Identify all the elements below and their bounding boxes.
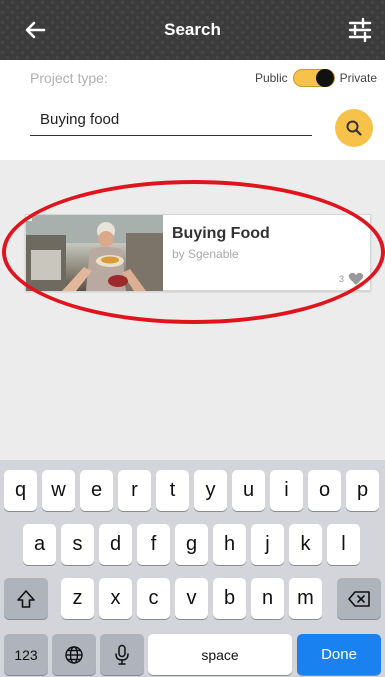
search-icon bbox=[346, 120, 362, 136]
arrow-left-icon bbox=[25, 21, 46, 39]
filter-button[interactable] bbox=[345, 15, 375, 45]
shift-icon bbox=[17, 589, 35, 608]
project-result-card[interactable]: Buying Food by Sgenable 3 bbox=[25, 214, 371, 291]
key-n[interactable]: n bbox=[251, 578, 284, 619]
shift-key[interactable] bbox=[4, 578, 48, 619]
microphone-icon bbox=[115, 644, 129, 665]
key-b[interactable]: b bbox=[213, 578, 246, 619]
key-s[interactable]: s bbox=[61, 524, 94, 565]
key-e[interactable]: e bbox=[80, 470, 113, 511]
key-i[interactable]: i bbox=[270, 470, 303, 511]
key-f[interactable]: f bbox=[137, 524, 170, 565]
search-panel: Project type: Public Private Buying food bbox=[0, 60, 385, 160]
keyboard: q w e r t y u i o p a s d f g h j k l z … bbox=[0, 460, 385, 677]
likes-count: 3 bbox=[338, 274, 344, 284]
likes: 3 bbox=[339, 272, 364, 286]
key-r[interactable]: r bbox=[118, 470, 151, 511]
project-thumbnail bbox=[26, 215, 163, 291]
key-m[interactable]: m bbox=[289, 578, 322, 619]
backspace-key[interactable] bbox=[337, 578, 381, 619]
toggle-knob bbox=[315, 69, 334, 87]
key-y[interactable]: y bbox=[194, 470, 227, 511]
numbers-key[interactable]: 123 bbox=[4, 634, 48, 675]
project-type-toggle-group: Public Private bbox=[255, 69, 377, 87]
key-p[interactable]: p bbox=[346, 470, 379, 511]
app-header: Search bbox=[0, 0, 385, 60]
key-x[interactable]: x bbox=[99, 578, 132, 619]
key-o[interactable]: o bbox=[308, 470, 341, 511]
space-key[interactable]: space bbox=[148, 634, 292, 675]
globe-icon bbox=[65, 645, 83, 664]
key-w[interactable]: w bbox=[42, 470, 75, 511]
back-button[interactable] bbox=[22, 16, 50, 44]
project-author: by Sgenable bbox=[172, 247, 239, 261]
key-c[interactable]: c bbox=[137, 578, 170, 619]
microphone-key[interactable] bbox=[100, 634, 144, 675]
project-title: Buying Food bbox=[172, 225, 270, 242]
key-l[interactable]: l bbox=[327, 524, 360, 565]
toggle-private-label: Private bbox=[339, 71, 377, 85]
key-h[interactable]: h bbox=[213, 524, 246, 565]
key-a[interactable]: a bbox=[23, 524, 56, 565]
toggle-public-label: Public bbox=[254, 71, 288, 85]
project-type-label: Project type: bbox=[30, 70, 108, 86]
search-button[interactable] bbox=[335, 109, 373, 147]
key-g[interactable]: g bbox=[175, 524, 208, 565]
key-z[interactable]: z bbox=[61, 578, 94, 619]
done-key[interactable]: Done bbox=[297, 634, 381, 675]
key-j[interactable]: j bbox=[251, 524, 284, 565]
page-title: Search bbox=[164, 20, 221, 39]
key-q[interactable]: q bbox=[4, 470, 37, 511]
search-input[interactable]: Buying food bbox=[30, 106, 312, 136]
key-t[interactable]: t bbox=[156, 470, 189, 511]
key-u[interactable]: u bbox=[232, 470, 265, 511]
thumbnail-image bbox=[26, 215, 163, 291]
key-k[interactable]: k bbox=[289, 524, 322, 565]
globe-key[interactable] bbox=[52, 634, 96, 675]
key-v[interactable]: v bbox=[175, 578, 208, 619]
project-type-toggle[interactable] bbox=[292, 69, 335, 87]
heart-icon[interactable] bbox=[348, 272, 364, 286]
backspace-icon bbox=[348, 590, 370, 607]
key-d[interactable]: d bbox=[99, 524, 132, 565]
sliders-icon bbox=[348, 17, 372, 43]
